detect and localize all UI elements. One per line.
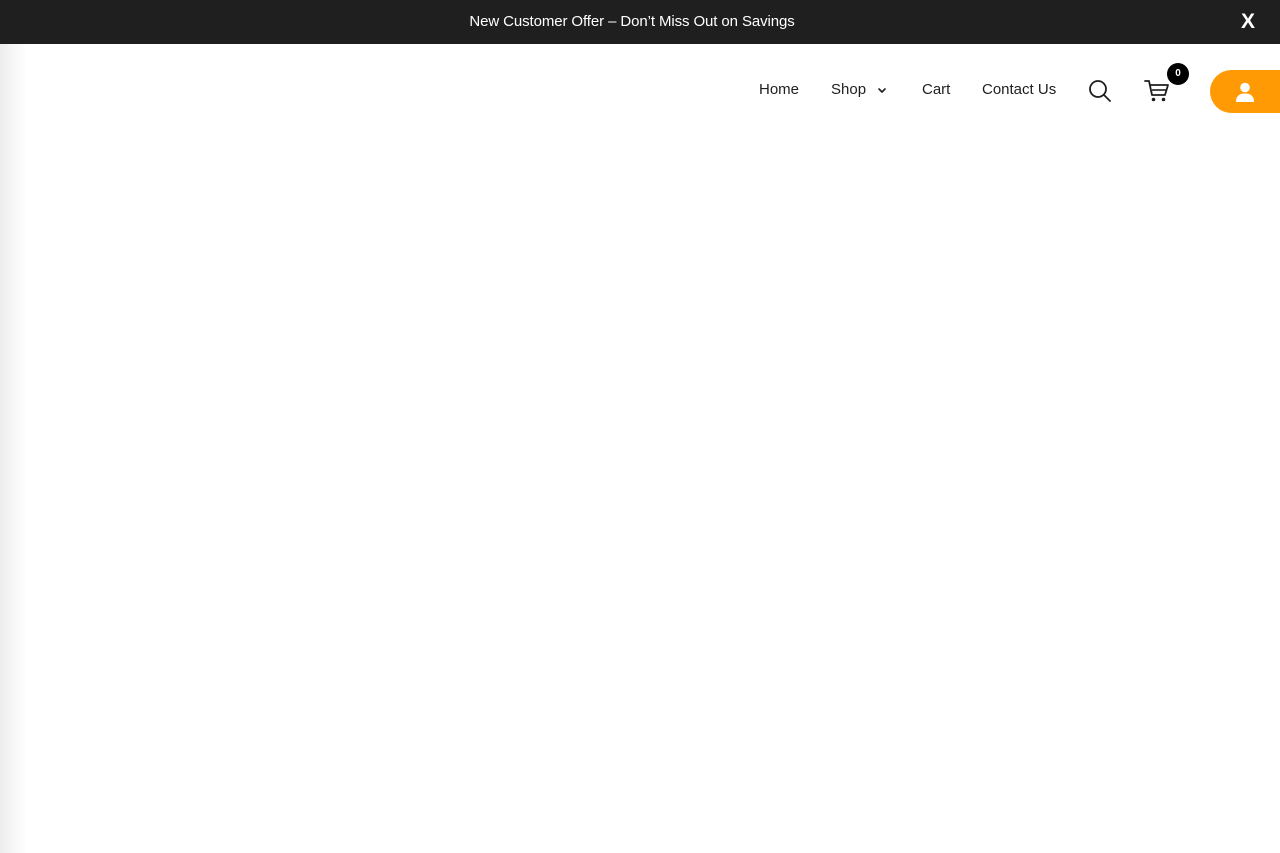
left-edge-shadow: [0, 44, 28, 853]
nav-home-link[interactable]: Home: [759, 81, 799, 98]
nav-cart-link[interactable]: Cart: [922, 81, 950, 98]
chevron-down-icon[interactable]: [876, 82, 888, 96]
user-icon: [1236, 82, 1254, 102]
announcement-bar: New Customer Offer – Don’t Miss Out on S…: [0, 0, 1280, 44]
announcement-close-button[interactable]: X: [1241, 10, 1255, 34]
account-button[interactable]: [1210, 70, 1280, 113]
search-icon[interactable]: [1087, 78, 1113, 104]
nav-shop-link[interactable]: Shop: [831, 81, 866, 98]
announcement-text: New Customer Offer – Don’t Miss Out on S…: [469, 12, 795, 30]
cart-count-badge: 0: [1167, 63, 1189, 85]
cart-icon[interactable]: [1143, 77, 1171, 105]
nav-contact-link[interactable]: Contact Us: [982, 81, 1056, 98]
page: New Customer Offer – Don’t Miss Out on S…: [0, 0, 1280, 853]
site-header: Home Shop Cart Contact Us 0: [0, 44, 1280, 138]
